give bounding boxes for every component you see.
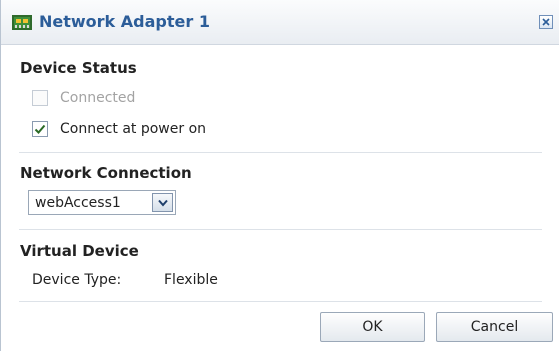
connected-checkbox[interactable] <box>32 90 48 106</box>
device-status-heading: Device Status <box>20 59 137 77</box>
close-button[interactable] <box>539 15 553 29</box>
close-icon <box>542 18 550 26</box>
section-divider <box>19 229 542 230</box>
chevron-down-icon <box>158 199 168 207</box>
network-adapter-dialog: Network Adapter 1 Device Status Connecte… <box>0 0 559 351</box>
device-type-value: Flexible <box>164 272 218 288</box>
network-connection-value: webAccess1 <box>35 195 121 211</box>
network-connection-select[interactable]: webAccess1 <box>28 190 176 215</box>
dialog-titlebar: Network Adapter 1 <box>1 0 559 45</box>
dialog-title: Network Adapter 1 <box>39 12 210 31</box>
cancel-button[interactable]: Cancel <box>436 312 553 342</box>
connect-at-power-on-checkbox[interactable] <box>32 121 48 137</box>
network-card-icon <box>12 14 32 31</box>
ok-button[interactable]: OK <box>320 312 425 342</box>
virtual-device-heading: Virtual Device <box>20 242 139 260</box>
section-divider <box>19 301 542 302</box>
connected-label: Connected <box>60 90 136 106</box>
device-type-label: Device Type: <box>32 272 122 288</box>
dropdown-button[interactable] <box>152 193 173 212</box>
network-connection-heading: Network Connection <box>20 164 192 182</box>
section-divider <box>19 152 542 153</box>
checkmark-icon <box>34 124 46 134</box>
connect-at-power-on-label: Connect at power on <box>60 121 207 137</box>
